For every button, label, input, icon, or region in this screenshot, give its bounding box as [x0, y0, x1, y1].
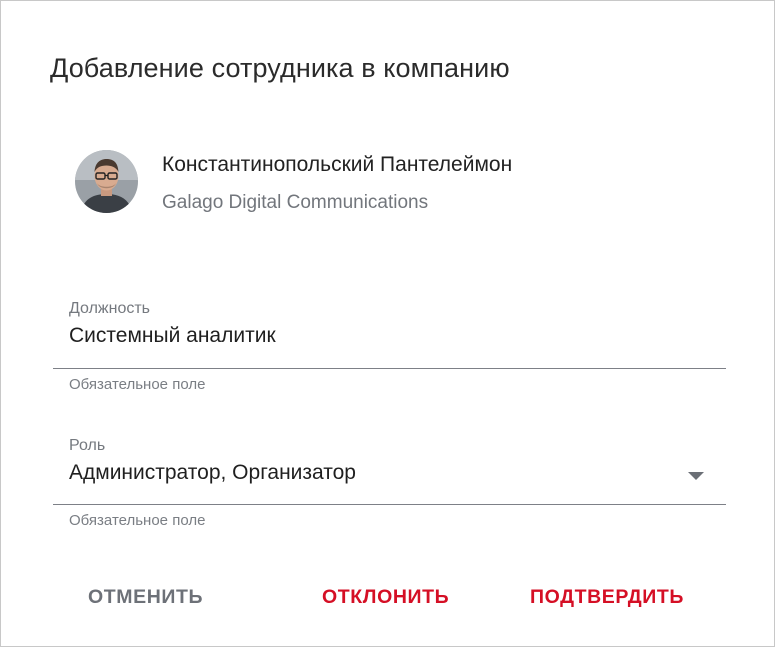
role-label: Роль	[69, 437, 106, 454]
position-input[interactable]	[69, 324, 709, 348]
confirm-button[interactable]: ПОДТВЕРДИТЬ	[530, 581, 684, 613]
avatar	[75, 150, 138, 213]
role-underline	[53, 504, 726, 505]
dialog-title: Добавление сотрудника в компанию	[50, 53, 510, 83]
add-employee-dialog: Добавление сотрудника в компанию Констан…	[0, 0, 775, 647]
user-name: Константинопольский Пантелеймон	[162, 153, 513, 176]
user-photo-icon	[75, 150, 138, 213]
position-hint: Обязательное поле	[69, 376, 206, 393]
dropdown-arrow-icon[interactable]	[688, 472, 704, 480]
position-label: Должность	[69, 300, 150, 317]
role-hint: Обязательное поле	[69, 512, 206, 529]
reject-button[interactable]: ОТКЛОНИТЬ	[322, 581, 449, 613]
position-underline	[53, 368, 726, 369]
role-select[interactable]	[53, 456, 726, 504]
cancel-button[interactable]: ОТМЕНИТЬ	[88, 581, 203, 613]
user-company: Galago Digital Communications	[162, 192, 429, 213]
